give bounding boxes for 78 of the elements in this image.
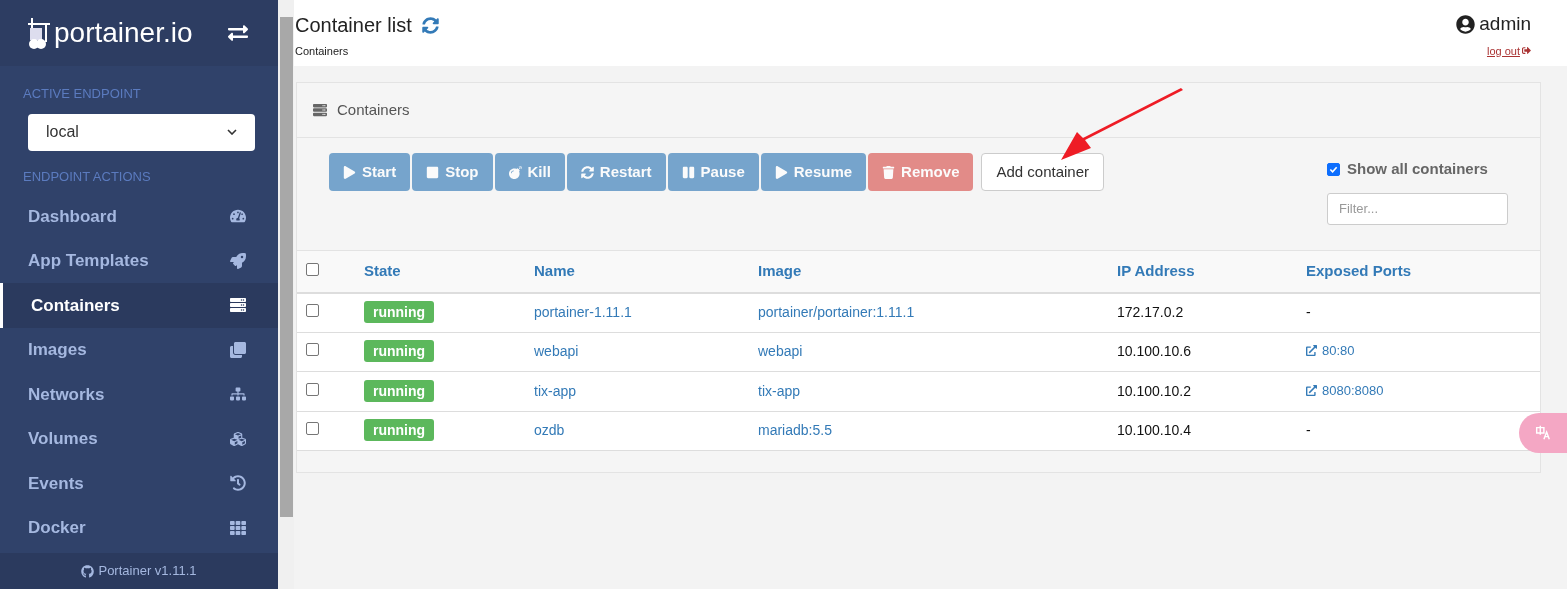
port-link[interactable]: 8080:8080: [1306, 380, 1384, 401]
chevron-down-icon: [227, 129, 237, 135]
table-cell: 10.100.10.2: [1117, 382, 1191, 399]
logo-text: portainer.io: [54, 16, 193, 50]
server-icon: [230, 297, 246, 314]
endpoint-select[interactable]: local: [28, 113, 255, 151]
sidebar-item[interactable]: Dashboard: [0, 194, 278, 239]
container-link[interactable]: tix-app: [534, 382, 577, 399]
image-link[interactable]: mariadb:5.5: [758, 422, 832, 439]
sidebar-item[interactable]: App Templates: [0, 238, 278, 283]
column-header[interactable]: Name: [534, 262, 575, 279]
server-icon: [313, 103, 327, 117]
history-icon: [230, 475, 246, 492]
logo-icon: [26, 16, 52, 50]
bomb-icon: [508, 165, 522, 179]
logout-link[interactable]: log out: [1486, 42, 1531, 59]
sidebar-item[interactable]: Networks: [0, 372, 278, 417]
column-header[interactable]: Exposed Ports: [1306, 262, 1412, 279]
sidebar-item[interactable]: Events: [0, 461, 278, 506]
checkbox[interactable]: [306, 304, 319, 317]
column-header[interactable]: IP Address: [1117, 262, 1195, 279]
sitemap-icon: [230, 386, 246, 403]
github-icon: [81, 564, 95, 578]
external-link-icon: [1306, 384, 1317, 396]
add-button[interactable]: Add container: [981, 153, 1105, 191]
column-header[interactable]: Image: [758, 262, 802, 279]
external-link-icon: [1306, 345, 1317, 357]
checkbox[interactable]: [306, 422, 319, 436]
sidebar-item[interactable]: Volumes: [0, 416, 278, 461]
refresh-icon[interactable]: [421, 16, 439, 34]
container-link[interactable]: webapi: [534, 343, 579, 360]
status-badge: running: [364, 379, 435, 402]
refresh-icon: [580, 165, 594, 179]
status-badge: running: [364, 301, 435, 323]
scrollbar-thumb[interactable]: [279, 17, 293, 517]
sidebar-item[interactable]: Images: [0, 327, 278, 372]
breadcrumb: Containers: [295, 44, 350, 59]
rocket-icon: [230, 252, 246, 269]
image-link[interactable]: portainer/portainer:1.11.1: [758, 304, 915, 320]
play-icon: [774, 165, 788, 179]
checkbox[interactable]: [306, 382, 319, 396]
checkbox[interactable]: [306, 262, 319, 276]
grid-icon: [230, 519, 246, 536]
page-title: Container list: [295, 13, 412, 38]
table-cell: 10.100.10.4: [1117, 422, 1191, 439]
version-text: Portainer v1.11.1: [98, 562, 197, 581]
checkbox-label: Show all containers: [1347, 159, 1488, 179]
panel-title: Containers: [337, 99, 410, 120]
user-icon: [1456, 14, 1476, 34]
filter-field[interactable]: Filter...: [1327, 192, 1508, 225]
play-icon: [343, 165, 356, 179]
table-cell: 172.17.0.2: [1117, 304, 1184, 320]
port-link[interactable]: 80:80: [1306, 341, 1355, 361]
container-link[interactable]: ozdb: [534, 422, 565, 439]
clone-icon: [230, 341, 246, 358]
dashboard-icon: [230, 208, 246, 225]
status-badge: running: [364, 419, 435, 442]
username: admin: [1479, 12, 1531, 36]
trash-icon: [882, 165, 896, 179]
container-link[interactable]: portainer-1.11.1: [534, 304, 632, 320]
checkbox[interactable]: [306, 343, 319, 357]
table-cell: -: [1306, 422, 1311, 439]
cubes-icon: [230, 430, 246, 447]
sidebar-item[interactable]: Containers: [0, 283, 278, 328]
section-label: ACTIVE ENDPOINT: [23, 85, 142, 103]
table-cell: 10.100.10.6: [1117, 343, 1191, 360]
sidebar-item[interactable]: Docker: [0, 505, 278, 550]
toggle-icon[interactable]: [228, 23, 248, 43]
image-link[interactable]: tix-app: [758, 382, 801, 399]
checkbox[interactable]: [1327, 162, 1340, 176]
section-label: ENDPOINT ACTIONS: [23, 167, 152, 186]
table-cell: -: [1306, 304, 1311, 320]
pause-icon: [681, 165, 695, 179]
status-badge: running: [364, 340, 435, 363]
column-header[interactable]: State: [364, 262, 401, 279]
logout-icon: [1522, 46, 1531, 56]
stop-icon: [426, 165, 440, 179]
image-link[interactable]: webapi: [758, 343, 803, 360]
